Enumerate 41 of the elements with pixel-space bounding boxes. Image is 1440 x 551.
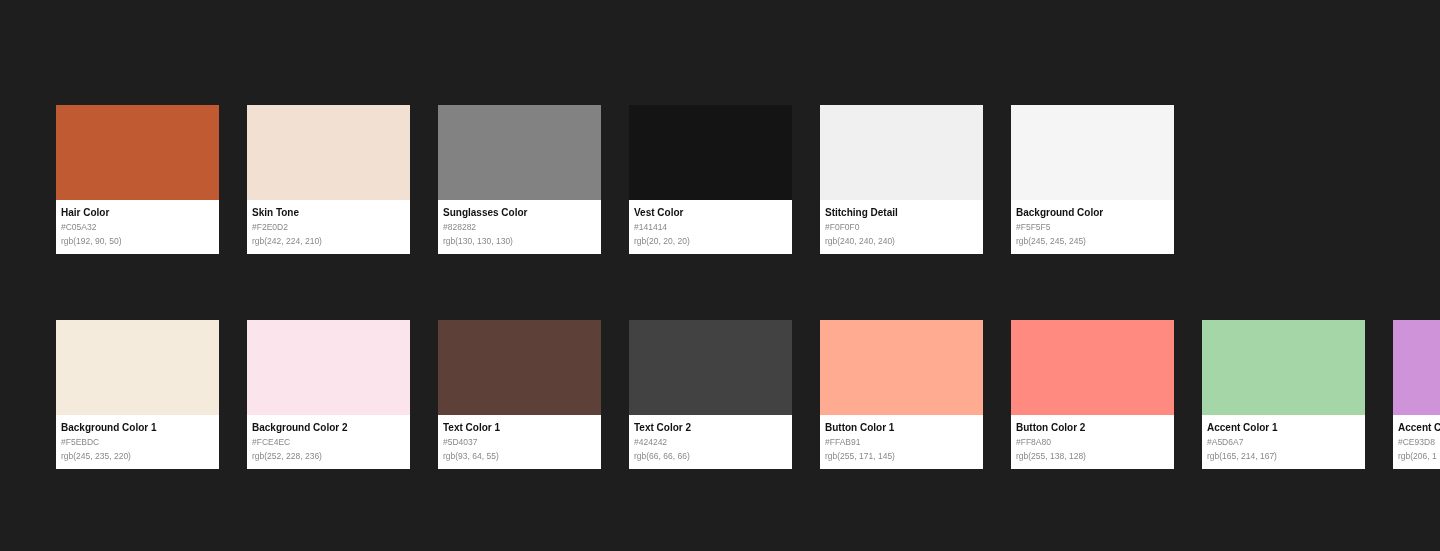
color-name: Button Color 2 [1016, 421, 1087, 435]
hex-code: #F5EBDC [61, 436, 101, 449]
hex-code: #F2E0D2 [252, 221, 289, 234]
hex-code: #141414 [634, 221, 669, 234]
hex-code: #A5D6A7 [1207, 436, 1245, 449]
hex-code: #C05A32 [61, 221, 98, 234]
rgb-value: rgb(192, 90, 50) [61, 235, 123, 248]
rgb-value: rgb(93, 64, 55) [443, 450, 500, 463]
hex-code: #828282 [443, 221, 478, 234]
hex-code: #FCE4EC [252, 436, 292, 449]
color-name: Background Color 2 [252, 421, 349, 435]
rgb-value: rgb(165, 214, 167) [1207, 450, 1278, 463]
color-name: Sunglasses Color [443, 206, 529, 220]
hex-code: #5D4037 [443, 436, 479, 449]
rgb-value: rgb(252, 228, 236) [252, 450, 323, 463]
color-name: Stitching Detail [825, 206, 899, 220]
color-name: Skin Tone [252, 206, 301, 220]
rgb-value: rgb(240, 240, 240) [825, 235, 896, 248]
color-name: Background Color [1016, 206, 1105, 220]
rgb-value: rgb(245, 245, 245) [1016, 235, 1087, 248]
hex-code: #CE93D8 [1398, 436, 1436, 449]
rgb-value: rgb(20, 20, 20) [634, 235, 691, 248]
rgb-value: rgb(245, 235, 220) [61, 450, 132, 463]
color-name: Button Color 1 [825, 421, 896, 435]
color-name: Background Color 1 [61, 421, 158, 435]
hex-code: #424242 [634, 436, 669, 449]
color-name: Hair Color [61, 206, 111, 220]
hex-code: #F5F5F5 [1016, 221, 1052, 234]
hex-code: #FF8A80 [1016, 436, 1052, 449]
color-name: Accent Color 1 [1207, 421, 1279, 435]
color-name: Text Color 1 [443, 421, 502, 435]
hex-code: #F0F0F0 [825, 221, 861, 234]
rgb-value: rgb(255, 138, 128) [1016, 450, 1087, 463]
rgb-value: rgb(255, 171, 145) [825, 450, 896, 463]
hex-code: #FFAB91 [825, 436, 862, 449]
color-name: Text Color 2 [634, 421, 693, 435]
rgb-value: rgb(130, 130, 130) [443, 235, 514, 248]
color-name: Vest Color [634, 206, 685, 220]
rgb-value: rgb(242, 224, 210) [252, 235, 323, 248]
rgb-value: rgb(206, 1 [1398, 450, 1438, 463]
rgb-value: rgb(66, 66, 66) [634, 450, 691, 463]
